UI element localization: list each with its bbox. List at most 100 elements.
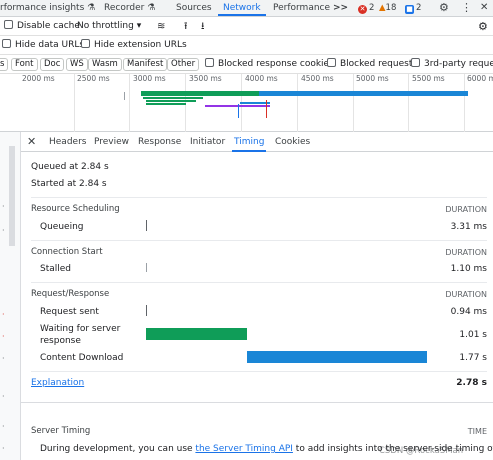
tick-label: 2500 ms [77, 74, 110, 83]
download-bar [259, 91, 468, 96]
row-value: 3.31 ms [450, 222, 487, 232]
error-icon: ✕ [358, 5, 367, 14]
row-label: Waiting for server response [40, 324, 121, 346]
hide-data-urls-checkbox[interactable]: Hide data URLs [2, 36, 84, 55]
grid-line [353, 74, 354, 132]
tick-label: 6000 ms [467, 74, 493, 83]
info-badge[interactable]: ■ 2 [405, 3, 421, 14]
duration-header: DURATION [445, 205, 487, 214]
section-title: Request/Response [31, 289, 110, 299]
tab-recorder[interactable]: Recorder ⚗ [104, 0, 155, 16]
queued-at: Queued at 2.84 s [31, 162, 109, 172]
tab-response[interactable]: Response [138, 132, 181, 152]
content-download-bar [247, 351, 427, 363]
row-value: 1.10 ms [450, 264, 487, 274]
tab-sources[interactable]: Sources [176, 0, 212, 16]
row-marker: · [2, 226, 5, 235]
section-title: Resource Scheduling [31, 204, 120, 214]
throttling-select[interactable]: No throttling ▾ [77, 17, 141, 36]
grid-line [408, 74, 409, 132]
row-label: Request sent [40, 307, 99, 317]
section-title: Server Timing [31, 426, 91, 436]
flask-icon: ⚗ [147, 3, 156, 13]
queueing-bar [146, 220, 147, 231]
tick-label: 4500 ms [301, 74, 334, 83]
dom-loaded-line [238, 104, 239, 118]
row-value: 1.77 s [459, 353, 487, 363]
more-tabs-button[interactable]: >> [333, 0, 348, 16]
row-marker: · [2, 354, 5, 363]
info-icon: ■ [405, 5, 414, 14]
request-sent-bar [146, 305, 147, 316]
hide-extension-urls-checkbox[interactable]: Hide extension URLs [81, 36, 187, 55]
blocked-cookies-checkbox[interactable]: Blocked response cookies [205, 55, 334, 74]
tab-cookies[interactable]: Cookies [275, 132, 310, 152]
network-overview[interactable]: 2000 ms 2500 ms 3000 ms 3500 ms 4000 ms … [0, 74, 493, 132]
grid-line [297, 74, 298, 132]
devtools-tabbar: rformance insights ⚗ Recorder ⚗ Sources … [0, 0, 493, 17]
tick-label: 3000 ms [133, 74, 166, 83]
total-duration: 2.78 s [456, 378, 487, 388]
tick-label: 4000 ms [245, 74, 278, 83]
explanation-link[interactable]: Explanation [31, 378, 84, 388]
tab-performance-insights[interactable]: rformance insights ⚗ [0, 0, 95, 16]
load-line [266, 100, 267, 118]
row-marker: · [2, 332, 5, 341]
time-header: TIME [467, 427, 487, 436]
tab-network[interactable]: Network [218, 0, 266, 16]
warnings-badge[interactable]: ▲18 [379, 3, 396, 14]
row-value: 1.01 s [459, 330, 487, 340]
tick-label: 2000 ms [22, 74, 55, 83]
watermark: CSDN @RockaSMan [379, 446, 464, 456]
upload-icon[interactable]: ⭱ [184, 17, 188, 36]
type-chip-wasm[interactable]: Wasm [88, 58, 122, 71]
row-label: Queueing [40, 222, 84, 232]
duration-header: DURATION [445, 248, 487, 257]
type-chip-font[interactable]: Font [11, 58, 38, 71]
waiting-bar [146, 328, 247, 340]
close-devtools-icon[interactable]: ✕ [480, 0, 488, 16]
type-chip-doc[interactable]: Doc [40, 58, 65, 71]
scrollbar-thumb[interactable] [9, 146, 15, 246]
download-icon[interactable]: ⭳ [201, 17, 205, 36]
waiting-bar [146, 103, 186, 105]
request-list[interactable]: · · · · · · · · [0, 132, 21, 460]
tab-headers[interactable]: Headers [49, 132, 86, 152]
waiting-bar [143, 97, 203, 99]
close-detail-icon[interactable]: ✕ [27, 132, 36, 152]
row-value: 0.94 ms [450, 307, 487, 317]
request-marker [124, 92, 125, 100]
row-marker: · [2, 422, 5, 431]
row-marker: · [2, 444, 5, 453]
type-chip-ws[interactable]: WS [66, 58, 88, 71]
network-settings-gear-icon[interactable]: ⚙ [478, 17, 488, 36]
duration-header: DURATION [445, 290, 487, 299]
third-party-checkbox[interactable]: 3rd-party requests [411, 55, 493, 74]
settings-gear-icon[interactable]: ⚙ [439, 0, 449, 16]
section-title: Connection Start [31, 247, 103, 257]
tab-preview[interactable]: Preview [94, 132, 129, 152]
tab-initiator[interactable]: Initiator [190, 132, 225, 152]
grid-line [129, 74, 130, 132]
more-options-icon[interactable]: ⋮ [461, 0, 472, 16]
chevron-down-icon: ▾ [136, 21, 142, 31]
disable-cache-checkbox[interactable]: Disable cache [4, 17, 80, 36]
flask-icon: ⚗ [87, 3, 96, 13]
errors-badge[interactable]: ✕ 2 [358, 3, 374, 14]
network-toolbar: Disable cache No throttling ▾ ≋ ⭱ ⭳ ⚙ [0, 17, 493, 36]
network-conditions-icon[interactable]: ≋ [157, 17, 165, 36]
tab-performance[interactable]: Performance [273, 0, 330, 16]
row-marker: · [2, 202, 5, 211]
server-timing-api-link[interactable]: the Server Timing API [195, 444, 293, 454]
stalled-bar [146, 263, 147, 272]
filter-options-row: Hide data URLs Hide extension URLs [0, 36, 493, 55]
blocked-requests-checkbox[interactable]: Blocked requests [327, 55, 417, 74]
grid-line [74, 74, 75, 132]
started-at: Started at 2.84 s [31, 179, 107, 189]
row-marker: · [2, 392, 5, 401]
tab-timing[interactable]: Timing [232, 132, 267, 152]
type-chip-manifest[interactable]: Manifest [123, 58, 168, 71]
type-chip-partial[interactable]: s [0, 58, 9, 71]
type-chip-other[interactable]: Other [167, 58, 200, 71]
timing-panel: Queued at 2.84 s Started at 2.84 s Resou… [21, 152, 493, 460]
